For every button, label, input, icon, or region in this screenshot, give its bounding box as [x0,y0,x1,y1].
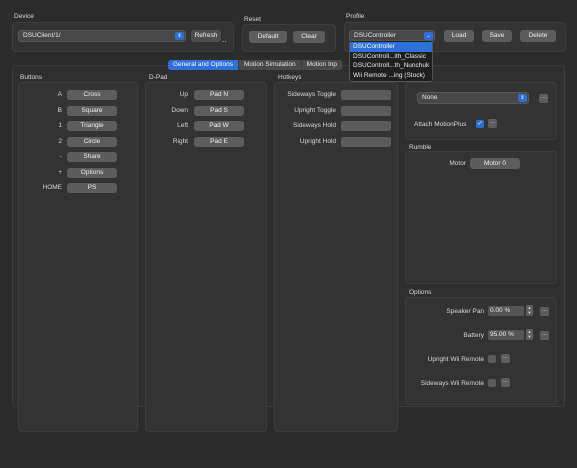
ellipsis-icon[interactable]: … [540,331,549,340]
button-plus-label: + [58,169,62,176]
buttons-title: Buttons [20,74,43,81]
refresh-ellipsis: ‥ [222,37,227,44]
hotkey-sideways-toggle-label: Sideways Toggle [287,91,336,98]
chevron-updown-icon: ⌄ [424,32,433,40]
ellipsis-icon[interactable]: … [501,378,510,387]
button-b-label: B [57,107,62,114]
button-a-mapping[interactable]: Cross [67,90,117,100]
profile-title: Profile [346,13,365,20]
hotkey-sideways-hold-mapping[interactable] [341,121,391,131]
save-button[interactable]: Save [482,30,512,42]
default-button[interactable]: Default [249,31,287,43]
extension-select[interactable]: None ⇕ [417,92,529,104]
extension-group [405,82,557,140]
battery-label: Battery [463,332,484,339]
button-1-mapping[interactable]: Triangle [67,121,117,131]
device-select-value: DSUClient/1/ [23,32,61,39]
device-select[interactable]: DSUClient/1/ ⇕ [18,30,186,42]
dpad-group [145,82,267,432]
chevron-updown-icon: ⇕ [518,94,527,102]
dpad-right-label: Right [172,138,188,145]
controller-config-window: Device DSUClient/1/ ⇕ Refresh ‥ Reset De… [0,0,577,468]
dpad-right-mapping[interactable]: Pad E [194,137,244,147]
button-1-label: 1 [58,122,62,129]
upright-wii-remote-label: Upright Wii Remote [427,356,484,363]
tab-motion-input[interactable]: Motion Inp [301,60,344,70]
rumble-title: Rumble [409,144,432,151]
hotkey-upright-hold-mapping[interactable] [341,137,391,147]
dpad-down-mapping[interactable]: Pad S [194,106,244,116]
button-b-mapping[interactable]: Square [67,106,117,116]
dpad-down-label: Down [171,107,188,114]
dpad-up-label: Up [179,91,188,98]
hotkeys-title: Hotkeys [278,74,302,81]
speaker-pan-label: Speaker Pan [446,308,484,315]
delete-button[interactable]: Delete [520,30,556,42]
profile-dropdown-menu: DSUController DSUControll...ith_Classic … [349,40,433,82]
dpad-left-label: Left [177,122,188,129]
ellipsis-icon[interactable]: … [488,119,497,128]
rumble-group [405,151,557,284]
extension-select-value: None [422,94,438,101]
load-button[interactable]: Load [444,30,474,42]
button-home-label: HOME [42,184,63,191]
button-2-label: 2 [58,138,62,145]
clear-button[interactable]: Clear [293,31,325,43]
device-title: Device [14,13,34,20]
hotkey-upright-toggle-label: Upright Toggle [294,107,336,114]
sideways-wii-remote-checkbox[interactable] [488,379,496,387]
tab-bar: General and Options Motion Simulation Mo… [168,60,344,70]
options-title: Options [409,289,432,296]
button-2-mapping[interactable]: Circle [67,137,117,147]
motor-label: Motor [449,160,466,167]
ellipsis-icon[interactable]: … [540,307,549,316]
hotkeys-group [274,82,398,432]
battery-stepper[interactable]: ▲ ▼ [526,329,533,340]
hotkey-sideways-toggle-mapping[interactable] [341,90,391,100]
button-minus-mapping[interactable]: Share [67,152,117,162]
attach-motionplus-checkbox[interactable]: ✓ [476,120,484,128]
profile-option[interactable]: DSUControll...ith_Classic [350,52,432,62]
button-a-label: A [57,91,62,98]
checkmark-icon: ✓ [477,121,483,127]
hotkey-upright-hold-label: Upright Hold [299,138,336,145]
button-plus-mapping[interactable]: Options [67,168,117,178]
tab-motion-simulation[interactable]: Motion Simulation [238,60,302,70]
profile-select-value: DSUController [354,32,396,39]
hotkey-sideways-hold-label: Sideways Hold [293,122,336,129]
profile-option[interactable]: Wii Remote ...ing (Stock) [350,71,432,81]
chevron-updown-icon: ⇕ [175,32,184,40]
sideways-wii-remote-label: Sideways Wii Remote [420,380,484,387]
ellipsis-icon[interactable]: … [501,354,510,363]
button-minus-label: - [59,153,62,160]
hotkey-upright-toggle-mapping[interactable] [341,106,391,116]
speaker-pan-input[interactable]: 0.00 % [488,306,524,316]
upright-wii-remote-checkbox[interactable] [488,355,496,363]
attach-motionplus-label: Attach MotionPlus [414,121,467,128]
tab-general[interactable]: General and Options [168,60,239,70]
dpad-title: D-Pad [149,74,168,81]
button-home-mapping[interactable]: PS [67,183,117,193]
speaker-pan-stepper[interactable]: ▲ ▼ [526,305,533,316]
dpad-left-mapping[interactable]: Pad W [194,121,244,131]
profile-option[interactable]: DSUControll...th_Nunchuk [350,61,432,71]
profile-option[interactable]: DSUController [350,42,432,52]
buttons-group [18,82,138,432]
dpad-up-mapping[interactable]: Pad N [194,90,244,100]
reset-title: Reset [244,16,261,23]
ellipsis-icon[interactable]: … [539,94,548,103]
motor-mapping[interactable]: Motor 0 [470,158,520,169]
battery-input[interactable]: 95.00 % [488,330,524,340]
refresh-button[interactable]: Refresh [191,30,221,42]
